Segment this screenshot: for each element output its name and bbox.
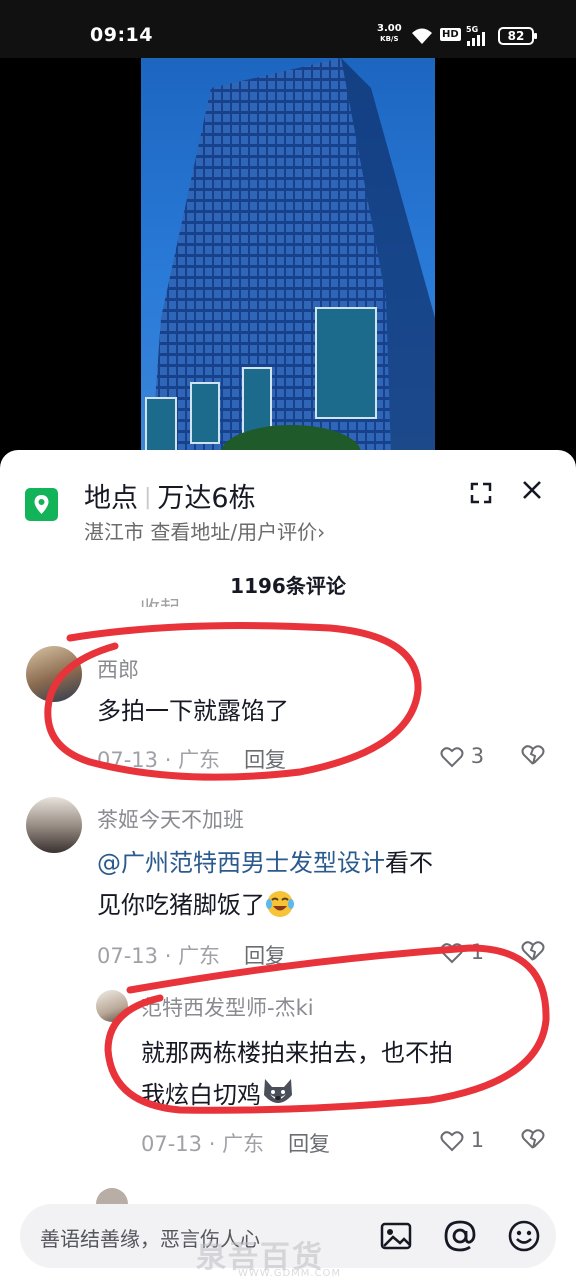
watermark: 泉吾百货 WWW.GDMM.COM xyxy=(196,1240,342,1279)
avatar[interactable] xyxy=(26,797,82,853)
location-pin-icon xyxy=(25,488,58,521)
location-title[interactable]: 地点 | 万达6栋 xyxy=(84,476,256,515)
reply-button[interactable]: 回复 xyxy=(244,748,286,772)
comment-meta: 07-13 · 广东 回复 xyxy=(97,748,287,772)
dislike-button[interactable] xyxy=(521,1128,545,1150)
heart-icon xyxy=(440,1131,464,1152)
location-name: 万达6栋 xyxy=(157,483,256,514)
like-count: 1 xyxy=(470,1128,485,1152)
heart-icon xyxy=(440,747,464,768)
comment-author[interactable]: 茶姬今天不加班 xyxy=(97,804,244,834)
avatar[interactable] xyxy=(26,646,82,702)
reply-button[interactable]: 回复 xyxy=(244,944,286,968)
location-city: 湛江市 xyxy=(84,520,144,544)
emoji-icon[interactable] xyxy=(506,1218,542,1254)
collapsed-partial-text: 收起 xyxy=(140,593,180,607)
like-count: 3 xyxy=(470,744,485,768)
like-button[interactable]: 1 xyxy=(440,1128,484,1152)
comment-text: @广州范特西男士发型设计看不 见你吃猪脚饭了 xyxy=(97,849,433,919)
comment-author[interactable]: 范特西发型师-杰ki xyxy=(141,992,314,1022)
reply-button[interactable]: 回复 xyxy=(288,1132,330,1156)
heart-icon xyxy=(440,943,464,964)
at-mention-icon[interactable] xyxy=(442,1218,478,1254)
wifi-icon xyxy=(412,28,432,44)
avatar[interactable] xyxy=(96,990,128,1022)
dislike-button[interactable] xyxy=(521,940,545,962)
video-area[interactable] xyxy=(0,58,576,458)
like-button[interactable]: 3 xyxy=(440,744,484,768)
mention-link[interactable]: @广州范特西男士发型设计 xyxy=(97,849,385,877)
comment-author[interactable]: 西郎 xyxy=(97,654,139,684)
dislike-button[interactable] xyxy=(521,744,545,766)
comments-sheet: 地点|万达6栋 湛江市 查看地址/用户评价› 1196条评论 收起 西郎 多拍一… xyxy=(0,450,576,1280)
status-bar: 09:14 3.00 KB/S HD 5G 82 xyxy=(0,0,576,64)
expand-icon[interactable] xyxy=(466,478,496,508)
net-speed: 3.00 KB/S xyxy=(377,23,402,44)
battery-icon: 82 xyxy=(498,27,537,45)
signal-icon xyxy=(467,32,485,46)
hd-badge: HD xyxy=(440,28,461,41)
comment-text: 多拍一下就露馅了 xyxy=(97,697,289,725)
comment-text: 就那两栋楼拍来拍去，也不拍 我炫白切鸡 xyxy=(141,1039,453,1109)
like-button[interactable]: 1 xyxy=(440,940,484,964)
broken-heart-icon xyxy=(521,941,545,961)
broken-heart-icon xyxy=(521,745,545,765)
building-image xyxy=(145,58,435,458)
building-video-frame[interactable] xyxy=(141,58,435,458)
like-count: 1 xyxy=(470,940,485,964)
location-address-link[interactable]: 查看地址/用户评价› xyxy=(150,520,325,544)
comment-meta: 07-13 · 广东 回复 xyxy=(97,944,287,968)
comment-meta: 07-13 · 广东 回复 xyxy=(141,1132,331,1156)
husky-emoji-icon xyxy=(264,1079,292,1103)
broken-heart-icon xyxy=(521,1129,545,1149)
close-icon[interactable] xyxy=(517,475,547,505)
comment-count: 1196条评论 xyxy=(230,574,346,598)
laughing-tears-emoji-icon xyxy=(266,891,294,917)
status-time: 09:14 xyxy=(90,24,153,46)
location-subtitle[interactable]: 湛江市 查看地址/用户评价› xyxy=(84,516,325,545)
